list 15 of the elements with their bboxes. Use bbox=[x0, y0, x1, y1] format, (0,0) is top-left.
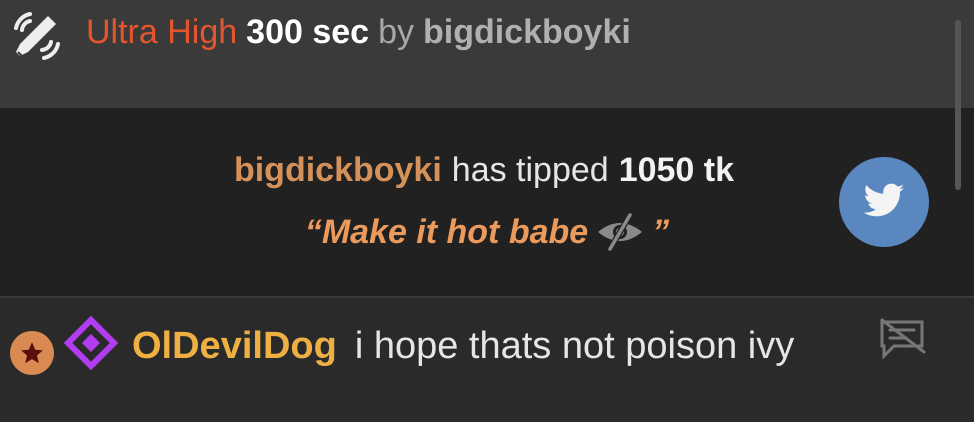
username: bigdickboyki bbox=[423, 12, 631, 53]
vibe-level: Ultra High bbox=[86, 12, 238, 53]
star-badge-icon bbox=[10, 331, 54, 375]
chat-username[interactable]: OlDevilDog bbox=[132, 325, 337, 367]
chat-message: i hope thats not poison ivy bbox=[354, 325, 794, 367]
scrollbar[interactable] bbox=[955, 20, 961, 190]
closing-quote: ” bbox=[652, 212, 670, 253]
by-label: by bbox=[378, 12, 414, 53]
diamond-badge-icon bbox=[64, 316, 118, 370]
tip-amount: 1050 tk bbox=[618, 150, 734, 191]
eye-slash-icon bbox=[596, 212, 644, 252]
tipper-username: bigdickboyki bbox=[234, 150, 442, 191]
vibe-duration: 300 sec bbox=[246, 12, 370, 53]
tip-action: has tipped bbox=[452, 150, 609, 191]
tip-message: “Make it hot babe bbox=[304, 212, 588, 253]
